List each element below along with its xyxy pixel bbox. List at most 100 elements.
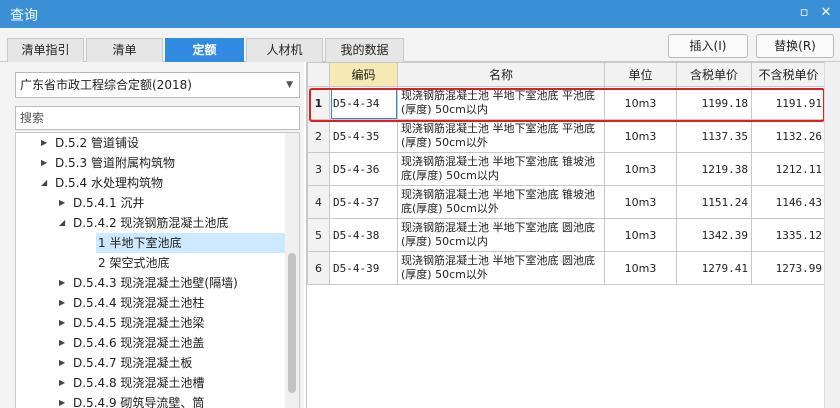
row-index: 2 xyxy=(307,119,330,153)
tab-bill-guide[interactable]: 清单指引 xyxy=(7,38,84,62)
cell-price-tax[interactable]: 1199.18 xyxy=(676,86,752,120)
tree-item[interactable]: ▶ D.5.4.8 现浇混凝土池槽 xyxy=(16,373,286,393)
tree-item[interactable]: 2 架空式池底 xyxy=(16,253,286,273)
cell-price-notax[interactable]: 1335.12 xyxy=(751,218,826,252)
tree-item[interactable]: ▶ D.5.4.7 现浇混凝土板 xyxy=(16,353,286,373)
expand-arrow-icon[interactable]: ▶ xyxy=(59,353,69,373)
expand-arrow-icon[interactable]: ▶ xyxy=(59,293,69,313)
replace-button[interactable]: 替换(R) xyxy=(756,34,834,58)
cell-unit[interactable]: 10m3 xyxy=(604,251,677,285)
cell-price-notax[interactable]: 1273.99 xyxy=(751,251,826,285)
collapse-arrow-icon[interactable]: ◢ xyxy=(59,213,69,233)
tree-item[interactable]: ▶ D.5.4.1 沉井 xyxy=(16,193,286,213)
cell-unit[interactable]: 10m3 xyxy=(604,185,677,219)
tab-bill[interactable]: 清单 xyxy=(86,38,163,62)
toolbar: 清单指引 清单 定额 人材机 我的数据 插入(I) 替换(R) xyxy=(0,28,840,62)
expand-arrow-icon[interactable]: ▶ xyxy=(41,153,51,173)
table-row[interactable]: 3 D5-4-36 现浇钢筋混凝土池 半地下室池底 锥坡池底(厚度) 50cm以… xyxy=(307,152,826,186)
row-index: 6 xyxy=(307,251,330,285)
left-pane: 广东省市政工程综合定额(2018) ▼ ▶ D.5.2 管道铺设 ▶ D.5.3… xyxy=(0,62,304,408)
window-title: 查询 xyxy=(10,8,38,24)
cell-price-notax[interactable]: 1132.26 xyxy=(751,119,826,153)
tree-item-selected[interactable]: 1 半地下室池底 xyxy=(16,233,286,253)
table-row[interactable]: 6 D5-4-39 现浇钢筋混凝土池 半地下室池底 圆池底(厚度) 50cm以外… xyxy=(307,251,826,285)
header-index xyxy=(307,62,330,87)
expand-arrow-icon[interactable]: ▶ xyxy=(59,333,69,353)
chevron-down-icon[interactable]: ▼ xyxy=(286,73,293,97)
tree-item-label: D.5.4.5 现浇混凝土池梁 xyxy=(73,316,205,330)
cell-unit[interactable]: 10m3 xyxy=(604,86,677,120)
cell-price-tax[interactable]: 1342.39 xyxy=(676,218,752,252)
tree-item[interactable]: ▶ D.5.4.5 现浇混凝土池梁 xyxy=(16,313,286,333)
tree-item[interactable]: ▶ D.5.2 管道铺设 xyxy=(16,133,286,153)
expand-arrow-icon[interactable]: ▶ xyxy=(41,133,51,153)
table-row[interactable]: 2 D5-4-35 现浇钢筋混凝土池 半地下室池底 平池底(厚度) 50cm以外… xyxy=(307,119,826,153)
expand-arrow-icon[interactable]: ▶ xyxy=(59,313,69,333)
cell-price-notax[interactable]: 1191.91 xyxy=(751,86,826,120)
cell-code[interactable]: D5-4-35 xyxy=(329,119,398,153)
cell-name[interactable]: 现浇钢筋混凝土池 半地下室池底 圆池底(厚度) 50cm以内 xyxy=(397,218,605,252)
tree-item[interactable]: ▶ D.5.4.9 砌筑导流壁、筒 xyxy=(16,393,286,408)
tab-my-data[interactable]: 我的数据 xyxy=(325,38,404,62)
tree-item[interactable]: ▶ D.5.3 管道附属构筑物 xyxy=(16,153,286,173)
cell-price-tax[interactable]: 1137.35 xyxy=(676,119,752,153)
search-input[interactable] xyxy=(15,106,300,130)
expand-arrow-icon[interactable]: ▶ xyxy=(59,393,69,408)
library-select-value: 广东省市政工程综合定额(2018) xyxy=(20,78,192,92)
tree-item-label: D.5.4.8 现浇混凝土池槽 xyxy=(73,376,205,390)
tree-scrollbar-thumb[interactable] xyxy=(288,253,296,393)
cell-unit[interactable]: 10m3 xyxy=(604,218,677,252)
row-index: 1 xyxy=(307,86,330,120)
results-pane: 编码 名称 单位 含税单价 不含税单价 1 D5-4-34 现浇钢筋混凝土池 半… xyxy=(306,62,840,408)
tab-labor-material[interactable]: 人材机 xyxy=(246,38,323,62)
expand-arrow-icon[interactable]: ▶ xyxy=(59,373,69,393)
cell-price-tax[interactable]: 1151.24 xyxy=(676,185,752,219)
tree-scrollbar[interactable] xyxy=(285,133,299,408)
insert-button[interactable]: 插入(I) xyxy=(668,34,748,58)
cell-price-notax[interactable]: 1212.11 xyxy=(751,152,826,186)
tree-item[interactable]: ▶ D.5.4.4 现浇混凝土池柱 xyxy=(16,293,286,313)
header-unit[interactable]: 单位 xyxy=(604,62,677,87)
cell-code[interactable]: D5-4-36 xyxy=(329,152,398,186)
tree-item[interactable]: ◢ D.5.4 水处理构筑物 xyxy=(16,173,286,193)
header-code[interactable]: 编码 xyxy=(329,62,398,87)
library-select[interactable]: 广东省市政工程综合定额(2018) ▼ xyxy=(15,72,300,98)
tree-item-label: D.5.4 水处理构筑物 xyxy=(55,176,163,190)
tab-quota[interactable]: 定额 xyxy=(165,38,244,62)
cell-name[interactable]: 现浇钢筋混凝土池 半地下室池底 平池底(厚度) 50cm以外 xyxy=(397,119,605,153)
tree-item-label: D.5.4.6 现浇混凝土池盖 xyxy=(73,336,205,350)
cell-price-tax[interactable]: 1279.41 xyxy=(676,251,752,285)
expand-arrow-icon[interactable]: ▶ xyxy=(59,193,69,213)
tree-item[interactable]: ◢ D.5.4.2 现浇钢筋混凝土池底 xyxy=(16,213,286,233)
cell-code[interactable]: D5-4-37 xyxy=(329,185,398,219)
cell-code[interactable]: D5-4-34 xyxy=(329,86,398,120)
close-icon[interactable]: ✕ xyxy=(818,5,834,21)
table-scrollbar[interactable] xyxy=(824,62,840,408)
cell-price-tax[interactable]: 1219.38 xyxy=(676,152,752,186)
cell-code[interactable]: D5-4-39 xyxy=(329,251,398,285)
row-index: 4 xyxy=(307,185,330,219)
cell-unit[interactable]: 10m3 xyxy=(604,152,677,186)
restore-icon[interactable]: ▫ xyxy=(796,5,812,21)
header-price-notax[interactable]: 不含税单价 xyxy=(751,62,826,87)
cell-code[interactable]: D5-4-38 xyxy=(329,218,398,252)
cell-name[interactable]: 现浇钢筋混凝土池 半地下室池底 锥坡池底(厚度) 50cm以外 xyxy=(397,185,605,219)
cell-price-notax[interactable]: 1146.43 xyxy=(751,185,826,219)
header-price-tax[interactable]: 含税单价 xyxy=(676,62,752,87)
cell-name[interactable]: 现浇钢筋混凝土池 半地下室池底 平池底(厚度) 50cm以内 xyxy=(397,86,605,120)
header-name[interactable]: 名称 xyxy=(397,62,605,87)
tree-item-label: D.5.4.2 现浇钢筋混凝土池底 xyxy=(73,216,229,230)
tree-item[interactable]: ▶ D.5.4.3 现浇混凝土池壁(隔墙) xyxy=(16,273,286,293)
tree-item-label: 2 架空式池底 xyxy=(98,256,170,270)
row-index: 5 xyxy=(307,218,330,252)
tree-item-label: D.5.2 管道铺设 xyxy=(55,136,139,150)
table-row[interactable]: 5 D5-4-38 现浇钢筋混凝土池 半地下室池底 圆池底(厚度) 50cm以内… xyxy=(307,218,826,252)
cell-name[interactable]: 现浇钢筋混凝土池 半地下室池底 圆池底(厚度) 50cm以外 xyxy=(397,251,605,285)
collapse-arrow-icon[interactable]: ◢ xyxy=(41,173,51,193)
expand-arrow-icon[interactable]: ▶ xyxy=(59,273,69,293)
cell-unit[interactable]: 10m3 xyxy=(604,119,677,153)
table-row[interactable]: 4 D5-4-37 现浇钢筋混凝土池 半地下室池底 锥坡池底(厚度) 50cm以… xyxy=(307,185,826,219)
tree-item[interactable]: ▶ D.5.4.6 现浇混凝土池盖 xyxy=(16,333,286,353)
cell-name[interactable]: 现浇钢筋混凝土池 半地下室池底 锥坡池底(厚度) 50cm以内 xyxy=(397,152,605,186)
table-row-selected[interactable]: 1 D5-4-34 现浇钢筋混凝土池 半地下室池底 平池底(厚度) 50cm以内… xyxy=(307,86,826,120)
